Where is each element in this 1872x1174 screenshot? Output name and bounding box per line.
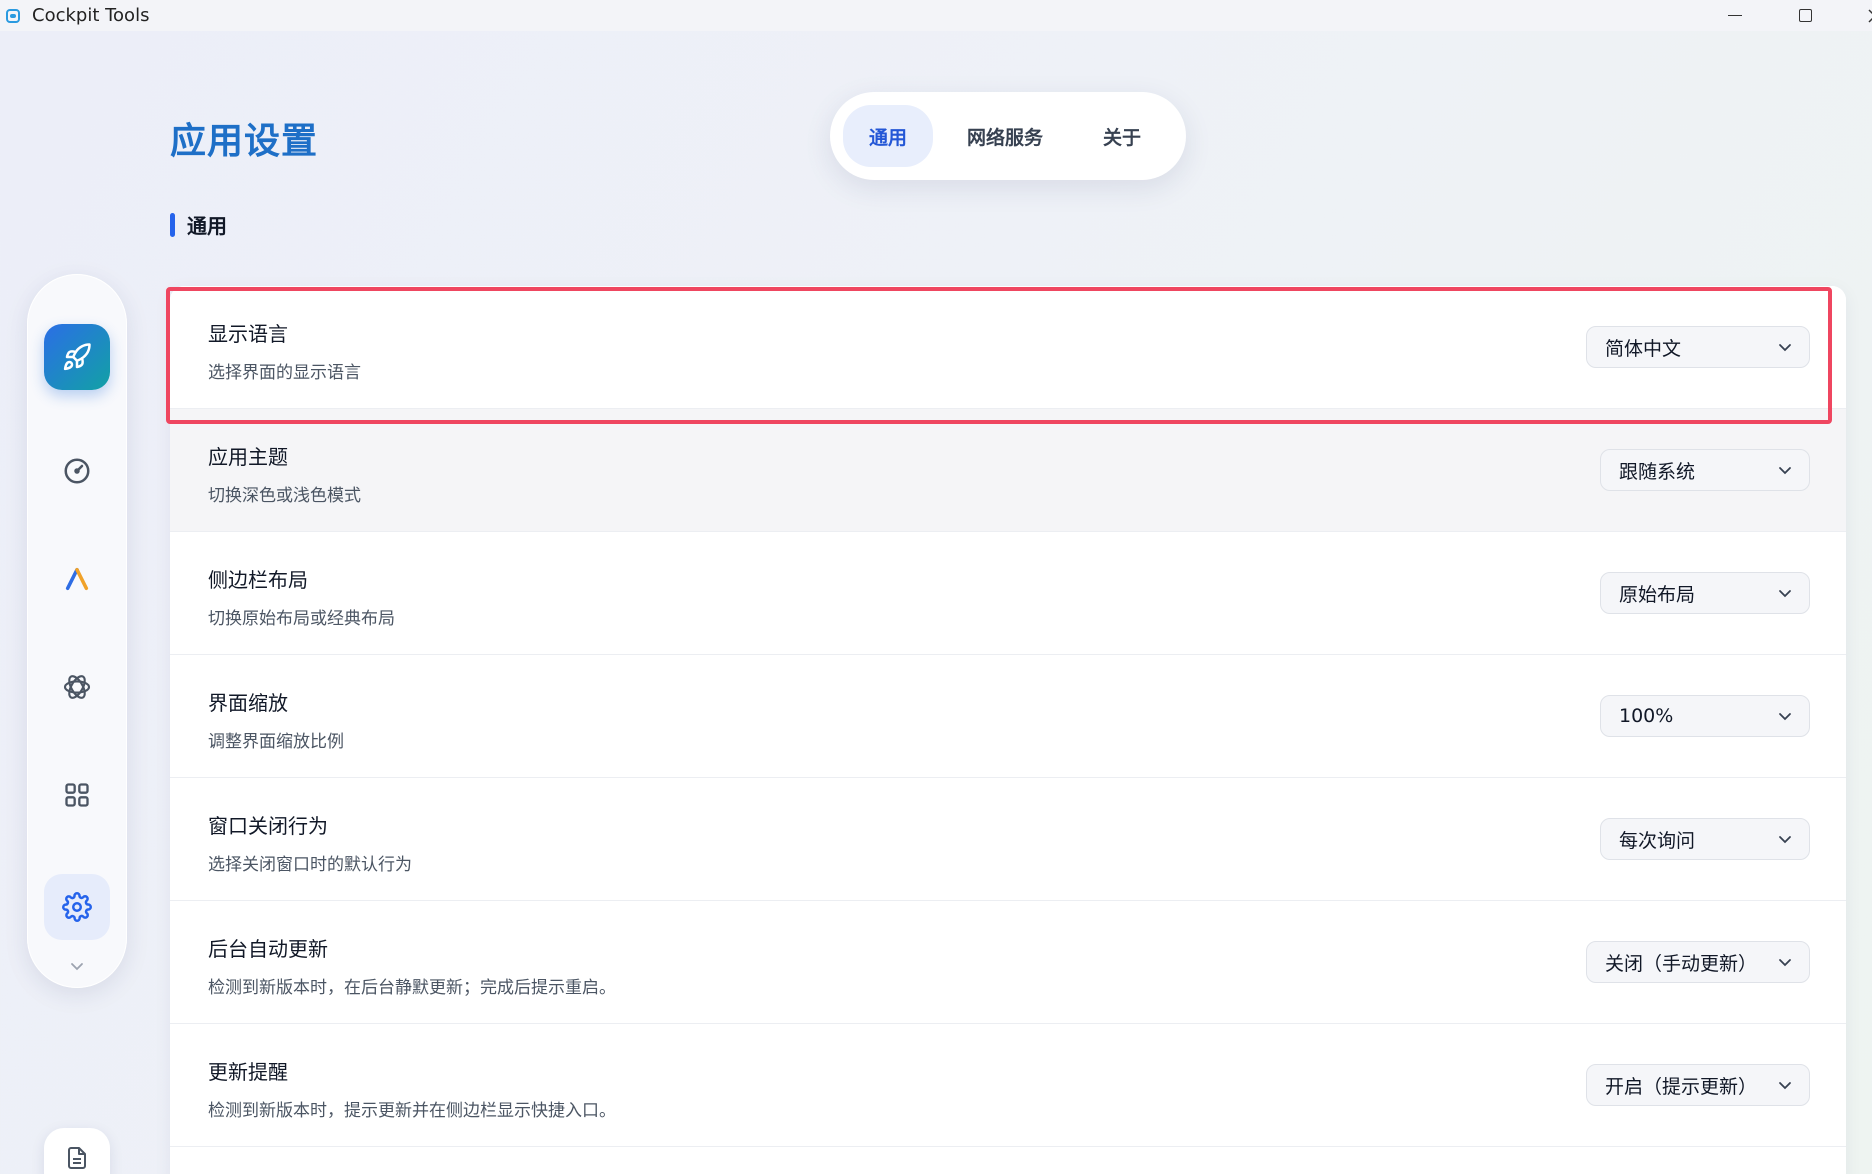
sidebar-more-button[interactable]: [65, 954, 89, 978]
apps-grid-icon: [65, 783, 89, 807]
setting-description: 切换深色或浅色模式: [208, 486, 361, 506]
window-close-select[interactable]: 每次询问: [1600, 818, 1810, 860]
maximize-icon: [1798, 9, 1812, 22]
setting-row-window-close: 窗口关闭行为 选择关闭窗口时的默认行为 每次询问: [170, 778, 1846, 901]
app-logo-icon: [6, 8, 20, 23]
minimize-button[interactable]: [1710, 0, 1760, 31]
antigravity-logo-icon: [65, 567, 89, 591]
chevron-down-icon: [71, 963, 83, 971]
chevron-down-icon: [1779, 590, 1791, 598]
chevron-down-icon: [1779, 467, 1791, 475]
section-heading: 通用: [170, 210, 227, 239]
setting-description: 检测到新版本时，在后台静默更新；完成后提示重启。: [208, 978, 616, 998]
setting-row-display-language: 显示语言 选择界面的显示语言 简体中文: [170, 286, 1846, 409]
setting-description: 调整界面缩放比例: [208, 732, 344, 752]
sidebar-item-antigravity[interactable]: [44, 546, 110, 612]
sidebar-layout-select[interactable]: 原始布局: [1600, 572, 1810, 614]
setting-description: 检测到新版本时，提示更新并在侧边栏显示快捷入口。: [208, 1101, 616, 1121]
theme-select[interactable]: 跟随系统: [1600, 449, 1810, 491]
sidebar: [27, 274, 127, 988]
chevron-down-icon: [1779, 713, 1791, 721]
select-value: 每次询问: [1619, 829, 1696, 852]
setting-row-app-theme: 应用主题 切换深色或浅色模式 跟随系统: [170, 409, 1846, 532]
section-title: 通用: [187, 214, 227, 238]
setting-row-sidebar-layout: 侧边栏布局 切换原始布局或经典布局 原始布局: [170, 532, 1846, 655]
setting-row-ui-scale: 界面缩放 调整界面缩放比例 100%: [170, 655, 1846, 778]
select-value: 开启（提示更新）: [1605, 1075, 1758, 1098]
openai-logo-icon: [63, 675, 91, 699]
settings-list: 显示语言 选择界面的显示语言 简体中文 应用主题 切换深色或浅色模式 跟随系统 …: [170, 286, 1846, 1174]
sidebar-item-logs[interactable]: [44, 1128, 110, 1174]
select-value: 简体中文: [1605, 337, 1682, 360]
sidebar-item-openai[interactable]: [44, 654, 110, 720]
rocket-icon: [63, 343, 91, 371]
settings-tabs: 通用 网络服务 关于: [830, 92, 1186, 180]
language-select[interactable]: 简体中文: [1586, 326, 1810, 368]
setting-row-auto-update: 后台自动更新 检测到新版本时，在后台静默更新；完成后提示重启。 关闭（手动更新）: [170, 901, 1846, 1024]
section-accent-bar: [170, 212, 175, 237]
setting-label: 应用主题: [208, 445, 288, 469]
setting-label: 后台自动更新: [208, 937, 328, 961]
sidebar-item-apps[interactable]: [44, 762, 110, 828]
maximize-button[interactable]: [1780, 0, 1830, 31]
select-value: 关闭（手动更新）: [1605, 952, 1758, 975]
sidebar-item-settings[interactable]: [44, 874, 110, 940]
setting-label: 界面缩放: [208, 691, 288, 715]
setting-label: 显示语言: [208, 322, 288, 346]
minimize-icon: [1728, 14, 1742, 17]
select-value: 100%: [1619, 705, 1674, 727]
chevron-down-icon: [1779, 344, 1791, 352]
chevron-down-icon: [1779, 959, 1791, 967]
page-title: 应用设置: [170, 121, 319, 162]
setting-label: 窗口关闭行为: [208, 814, 328, 838]
ui-scale-select[interactable]: 100%: [1600, 695, 1810, 737]
setting-description: 选择界面的显示语言: [208, 363, 361, 383]
setting-description: 选择关闭窗口时的默认行为: [208, 855, 412, 875]
chevron-down-icon: [1779, 1082, 1791, 1090]
close-icon: [1868, 8, 1872, 23]
sidebar-item-gauge[interactable]: [44, 438, 110, 504]
chevron-down-icon: [1779, 836, 1791, 844]
select-value: 原始布局: [1619, 583, 1696, 606]
tab-about[interactable]: 关于: [1077, 105, 1167, 167]
window-title: Cockpit Tools: [32, 5, 150, 26]
update-reminder-select[interactable]: 开启（提示更新）: [1586, 1064, 1810, 1106]
setting-row-update-reminder: 更新提醒 检测到新版本时，提示更新并在侧边栏显示快捷入口。 开启（提示更新）: [170, 1024, 1846, 1147]
tab-network-services[interactable]: 网络服务: [941, 105, 1069, 167]
select-value: 跟随系统: [1619, 460, 1696, 483]
sidebar-item-dashboard[interactable]: [44, 324, 110, 390]
auto-update-select[interactable]: 关闭（手动更新）: [1586, 941, 1810, 983]
setting-description: 切换原始布局或经典布局: [208, 609, 395, 629]
setting-label: 侧边栏布局: [208, 568, 308, 592]
document-icon: [68, 1147, 86, 1169]
close-button[interactable]: [1850, 0, 1872, 31]
gear-icon: [62, 892, 92, 922]
window-titlebar: Cockpit Tools: [0, 0, 1872, 31]
tab-general[interactable]: 通用: [843, 105, 934, 167]
gauge-icon: [64, 458, 90, 484]
setting-label: 更新提醒: [208, 1060, 288, 1084]
